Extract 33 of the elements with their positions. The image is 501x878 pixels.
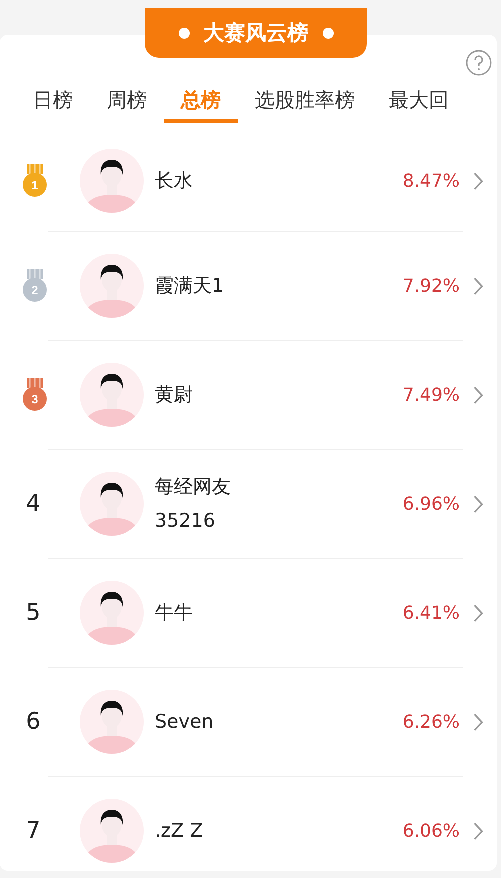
user-name: 长水 bbox=[155, 169, 193, 194]
tab[interactable]: 日榜 bbox=[0, 86, 90, 123]
chevron-right-icon[interactable] bbox=[473, 712, 484, 732]
user-name: 每经网友35216 bbox=[155, 475, 232, 534]
user-name: .zZ Z bbox=[155, 819, 204, 844]
return-rate: 6.96% bbox=[402, 494, 460, 514]
rank-number: 4 bbox=[26, 491, 41, 517]
chevron-right-icon[interactable] bbox=[473, 172, 484, 190]
chevron-right-icon[interactable] bbox=[473, 604, 484, 622]
rank-number: 7 bbox=[26, 818, 41, 844]
rank-number: 6 bbox=[26, 709, 41, 735]
dot-icon bbox=[178, 28, 190, 38]
return-rate: 6.06% bbox=[402, 820, 460, 842]
chevron-right-icon[interactable] bbox=[473, 386, 484, 404]
user-name: 牛牛 bbox=[155, 601, 193, 626]
chevron-right-icon[interactable] bbox=[473, 822, 484, 840]
chevron-right-icon[interactable] bbox=[473, 276, 484, 296]
return-rate: 7.49% bbox=[402, 384, 460, 406]
dot-icon bbox=[322, 28, 334, 38]
tab[interactable]: 选股胜率榜 bbox=[238, 86, 372, 123]
user-name: 霞满天1 bbox=[155, 274, 224, 299]
rank-number: 5 bbox=[26, 600, 41, 626]
return-rate: 6.41% bbox=[402, 602, 460, 624]
user-name: Seven bbox=[155, 710, 214, 735]
return-rate: 6.26% bbox=[402, 712, 460, 732]
return-rate: 7.92% bbox=[402, 276, 460, 296]
help-icon[interactable] bbox=[466, 50, 492, 76]
chevron-right-icon[interactable] bbox=[473, 494, 484, 514]
return-rate: 8.47% bbox=[402, 170, 460, 192]
banner-title: 大赛风云榜 bbox=[204, 20, 308, 47]
tab[interactable]: 最大回 bbox=[372, 86, 466, 123]
tab[interactable]: 周榜 bbox=[90, 86, 164, 123]
user-name: 黄尉 bbox=[155, 383, 193, 408]
